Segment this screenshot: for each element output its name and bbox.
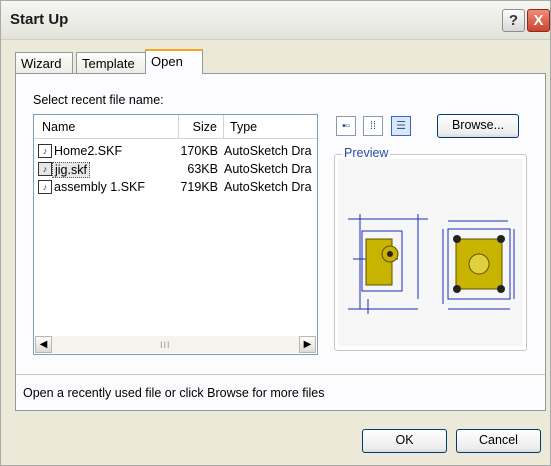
file-row[interactable]: ♪ Home2.SKF 170KB AutoSketch Dra: [34, 143, 317, 161]
preview-group: Preview: [334, 146, 527, 351]
recent-files-list[interactable]: Name Size Type ♪ Home2.SKF 170KB AutoSke…: [33, 114, 318, 355]
status-text: Open a recently used file or click Brows…: [23, 386, 325, 400]
column-header-name-label: Name: [42, 120, 76, 134]
horizontal-scrollbar[interactable]: ◀ III ▶: [35, 336, 316, 353]
scroll-right-button[interactable]: ▶: [299, 336, 316, 353]
sketch-file-icon: ♪: [38, 180, 52, 194]
file-name: jig.skf: [52, 162, 90, 178]
sketch-file-icon: ♪: [38, 144, 52, 158]
open-tab-panel: Select recent file name: Name Size Type …: [15, 73, 546, 411]
column-header-size-label: Size: [192, 120, 217, 134]
tab-open-label: Open: [151, 54, 183, 69]
small-icons-view-icon[interactable]: ⁞⁞: [363, 116, 383, 136]
help-button[interactable]: ?: [502, 9, 525, 32]
window-title: Start Up: [10, 11, 69, 28]
column-header-size[interactable]: Size: [179, 115, 224, 139]
browse-button-label: Browse...: [451, 118, 505, 132]
file-row[interactable]: ♪ assembly 1.SKF 719KB AutoSketch Dra: [34, 179, 317, 197]
cancel-button-label: Cancel: [479, 433, 518, 447]
file-row[interactable]: ♪ jig.skf 63KB AutoSketch Dra: [34, 161, 317, 179]
file-type: AutoSketch Dra: [224, 180, 312, 194]
column-header-type-label: Type: [230, 120, 258, 134]
ok-button-label: OK: [395, 433, 414, 447]
details-view-icon[interactable]: ☰: [391, 116, 411, 136]
start-up-dialog: Start Up ? X Wizard Template Open Select…: [0, 0, 551, 466]
scroll-left-button[interactable]: ◀: [35, 336, 52, 353]
scroll-grip-icon: III: [160, 340, 171, 350]
file-name: assembly 1.SKF: [54, 180, 146, 194]
tab-wizard[interactable]: Wizard: [15, 52, 73, 74]
preview-drawing: [348, 214, 515, 314]
file-size: 719KB: [180, 180, 218, 194]
file-size: 170KB: [180, 144, 218, 158]
divider: [16, 374, 545, 375]
cancel-button[interactable]: Cancel: [456, 429, 541, 453]
column-header-type[interactable]: Type: [224, 115, 317, 139]
preview-label: Preview: [342, 146, 391, 160]
file-type: AutoSketch Dra: [224, 144, 312, 158]
tab-wizard-label: Wizard: [21, 56, 62, 71]
title-bar[interactable]: Start Up ? X: [1, 1, 550, 40]
tab-template-label: Template: [82, 56, 135, 71]
file-size: 63KB: [187, 162, 218, 176]
section-label: Select recent file name:: [33, 93, 164, 107]
large-icons-view-icon[interactable]: ▪▫: [336, 116, 356, 136]
close-button[interactable]: X: [527, 9, 550, 32]
column-header-name[interactable]: Name: [34, 115, 179, 139]
sketch-file-icon: ♪: [38, 162, 52, 176]
tab-template[interactable]: Template: [76, 52, 146, 74]
browse-button[interactable]: Browse...: [437, 114, 519, 138]
tab-open[interactable]: Open: [145, 49, 203, 74]
ok-button[interactable]: OK: [362, 429, 447, 453]
file-name: Home2.SKF: [54, 144, 123, 158]
preview-image: [338, 159, 523, 346]
file-type: AutoSketch Dra: [224, 162, 312, 176]
